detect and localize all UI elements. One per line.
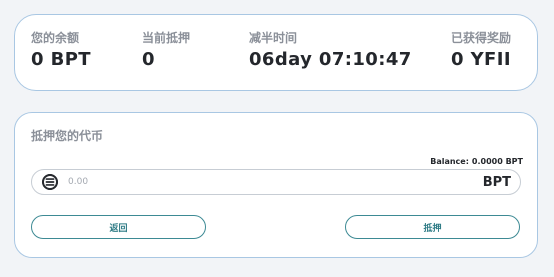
stat-balance-label: 您的余额 — [31, 31, 80, 45]
stat-current-stake-value: 0 — [142, 49, 155, 70]
stat-rewards: 已获得奖励 0 YFII — [451, 31, 511, 70]
balance-value: 0.0000 BPT — [471, 157, 523, 166]
stat-balance: 您的余额 0 BPT — [31, 31, 91, 70]
stats-card: 您的余额 0 BPT 当前抵押 0 减半时间 06day 07:10:47 已获… — [14, 14, 538, 91]
stat-current-stake-label: 当前抵押 — [142, 31, 191, 45]
stat-halving-time-value: 06day 07:10:47 — [249, 49, 412, 70]
stake-card: 抵押您的代币 Balance:0.0000 BPT BPT 返回 抵押 — [14, 112, 538, 258]
amount-input[interactable] — [68, 174, 398, 190]
token-symbol: BPT — [482, 175, 511, 190]
bpt-coin-icon — [42, 174, 58, 190]
back-button[interactable]: 返回 — [31, 215, 206, 239]
balance-readout: Balance: 0.0000 BPT — [427, 157, 523, 167]
stat-current-stake: 当前抵押 0 — [142, 31, 190, 70]
stat-halving-time-label: 减半时间 — [249, 31, 298, 45]
stake-title: 抵押您的代币 — [31, 129, 104, 143]
balance-label: Balance: — [430, 157, 469, 166]
stat-rewards-label: 已获得奖励 — [451, 31, 512, 45]
stat-balance-value: 0 BPT — [31, 49, 91, 70]
stat-halving-time: 减半时间 06day 07:10:47 — [249, 31, 412, 70]
stat-rewards-value: 0 YFII — [451, 49, 511, 70]
amount-input-box[interactable]: BPT — [31, 169, 521, 195]
stake-button[interactable]: 抵押 — [345, 215, 520, 239]
